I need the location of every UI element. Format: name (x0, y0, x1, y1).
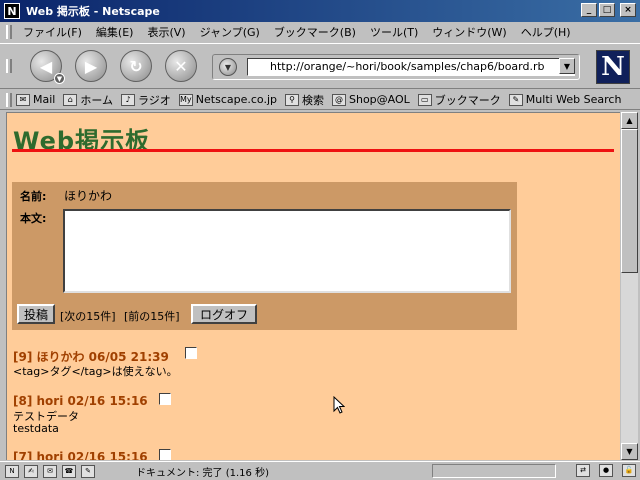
back-history-dropdown-icon[interactable]: ▼ (54, 73, 65, 84)
scroll-down-icon[interactable]: ▼ (621, 443, 638, 460)
mail-icon: ✉ (16, 93, 30, 106)
cookie-icon[interactable]: ● (599, 464, 613, 477)
body-textarea[interactable] (63, 209, 511, 293)
go-dropdown-icon[interactable]: ▼ (219, 58, 237, 76)
pers-item-label: Multi Web Search (525, 93, 622, 106)
vertical-scrollbar[interactable]: ▲ ▼ (621, 112, 638, 460)
window-controls: _ □ × (581, 3, 636, 17)
post-body-line: testdata (13, 422, 59, 435)
my-icon: My (178, 93, 193, 106)
pers-item-label: Shop@AOL (349, 93, 410, 106)
stop-icon: ✕ (174, 56, 188, 76)
pers-item-search[interactable]: ⚲ 検索 (285, 92, 324, 108)
pers-item-bookmarks[interactable]: ▭ ブックマーク (417, 92, 501, 108)
name-label: 名前: (20, 190, 47, 203)
menu-file[interactable]: ファイル(F) (16, 24, 89, 40)
menu-bar: ファイル(F) 編集(E) 表示(V) ジャンプ(G) ブックマーク(B) ツー… (0, 22, 640, 42)
online-status-icon[interactable]: ⇄ (576, 464, 590, 477)
post-checkbox[interactable] (159, 393, 171, 405)
toolbar-grip[interactable] (6, 25, 12, 39)
address-bar: ▼ http://orange/~hori/book/samples/chap6… (212, 54, 580, 80)
pers-item-label: ブックマーク (434, 93, 501, 107)
pers-item-radio[interactable]: ♪ ラジオ (121, 92, 171, 108)
next-page-link[interactable]: [次の15件] (60, 308, 116, 324)
pers-item-shop[interactable]: @ Shop@AOL (332, 93, 410, 106)
menu-bookmarks[interactable]: ブックマーク(B) (267, 24, 363, 40)
toolbar-grip[interactable] (6, 59, 12, 73)
post-checkbox[interactable] (159, 449, 171, 460)
netscape-logo-icon: N (4, 3, 20, 19)
scroll-thumb[interactable] (621, 129, 638, 273)
pers-item-mail[interactable]: ✉ Mail (16, 93, 55, 106)
search-icon: ⚲ (285, 93, 299, 106)
status-bar: N ✍ ✉ ☎ ✎ ドキュメント: 完了 (1.16 秒) ⇄ ● 🔓 (0, 461, 640, 480)
security-lock-icon[interactable]: 🔓 (622, 464, 636, 477)
url-input[interactable]: http://orange/~hori/book/samples/chap6/b… (247, 58, 575, 76)
back-arrow-icon: ◀ (39, 56, 53, 76)
composer-icon[interactable]: ✍ (24, 464, 38, 478)
status-text: ドキュメント: 完了 (1.16 秒) (136, 468, 269, 479)
page-content: Web掲示板 名前: ほりかわ 本文: 投稿 [次の15件] [前の15件] ロ… (6, 112, 620, 460)
forward-button[interactable]: ▶ (75, 50, 107, 82)
logout-button[interactable]: ログオフ (191, 304, 257, 324)
menu-help[interactable]: ヘルプ(H) (514, 24, 578, 40)
post-button[interactable]: 投稿 (17, 304, 55, 324)
prev-page-link[interactable]: [前の15件] (124, 308, 180, 324)
menu-window[interactable]: ウィンドウ(W) (425, 24, 513, 40)
netscape-brand-icon[interactable]: N (596, 50, 630, 84)
menu-edit[interactable]: 編集(E) (89, 24, 141, 40)
pers-item-label: Mail (33, 93, 56, 106)
toolbar-grip[interactable] (6, 92, 12, 107)
pers-item-label: ホーム (80, 93, 114, 107)
progress-panel (432, 464, 556, 478)
home-icon: ⌂ (63, 93, 78, 106)
title-bar: N Web 掲示板 - Netscape _ □ × (0, 0, 640, 22)
navigation-toolbar: ◀ ▼ ▶ ↻ ✕ ▼ http://orange/~hori/book/sam… (0, 43, 640, 89)
pers-item-home[interactable]: ⌂ ホーム (63, 92, 113, 108)
menu-view[interactable]: 表示(V) (140, 24, 192, 40)
post-checkbox[interactable] (185, 347, 197, 359)
personal-toolbar: ✉ Mail ⌂ ホーム ♪ ラジオ My Netscape.co.jp ⚲ 検… (0, 90, 640, 110)
status-icons: ⇄ ● 🔓 (571, 464, 636, 477)
back-button[interactable]: ◀ ▼ (30, 50, 65, 84)
maximize-button[interactable]: □ (599, 3, 615, 17)
menu-go[interactable]: ジャンプ(G) (193, 24, 267, 40)
reload-button[interactable]: ↻ (120, 50, 152, 82)
pers-item-multi-search[interactable]: ✎ Multi Web Search (508, 93, 622, 106)
reload-icon: ↻ (129, 56, 143, 76)
minimize-button[interactable]: _ (581, 3, 597, 17)
window-title: Web 掲示板 - Netscape (26, 5, 160, 18)
radio-icon: ♪ (121, 93, 136, 106)
close-button[interactable]: × (620, 3, 636, 17)
bookmark-folder-icon: ▭ (417, 93, 432, 106)
editor-icon[interactable]: ✎ (81, 464, 95, 478)
scroll-up-icon[interactable]: ▲ (621, 112, 638, 129)
multi-search-icon: ✎ (508, 93, 523, 106)
mouse-cursor-icon (333, 396, 345, 414)
pers-item-label: 検索 (302, 93, 324, 107)
post-body-line: <tag>タグ</tag>は使えない。 (13, 365, 178, 378)
menu-tools[interactable]: ツール(T) (363, 24, 425, 40)
shop-icon: @ (332, 93, 346, 106)
navigator-icon[interactable]: N (5, 464, 19, 478)
body-label: 本文: (20, 212, 47, 225)
name-value: ほりかわ (64, 189, 113, 203)
stop-button[interactable]: ✕ (165, 50, 197, 82)
pers-item-label: Netscape.co.jp (195, 93, 277, 106)
pers-item-netscape-jp[interactable]: My Netscape.co.jp (178, 93, 277, 106)
address-book-icon[interactable]: ☎ (62, 464, 76, 478)
forward-arrow-icon: ▶ (84, 56, 98, 76)
title-divider (12, 149, 614, 152)
url-history-dropdown-icon[interactable]: ▼ (559, 58, 575, 74)
post-form: 名前: ほりかわ 本文: 投稿 [次の15件] [前の15件] ログオフ (12, 182, 517, 330)
mail-icon[interactable]: ✉ (43, 464, 57, 478)
pers-item-label: ラジオ (138, 93, 171, 107)
post-header: [8] hori 02/16 15:16 (13, 394, 148, 408)
post-header: [7] hori 02/16 15:16 (13, 450, 148, 460)
